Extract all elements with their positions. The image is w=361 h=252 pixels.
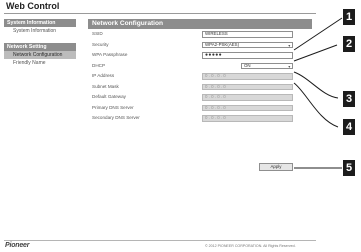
callout-3: 3 (343, 91, 355, 107)
callout-1: 1 (343, 9, 355, 25)
leader-line-3 (293, 71, 339, 99)
leader-line-1 (293, 17, 343, 51)
callout-leader-lines (293, 17, 343, 169)
callout-2: 2 (343, 36, 355, 52)
leader-line-2 (293, 44, 338, 62)
callout-4: 4 (343, 119, 355, 135)
callout-5: 5 (343, 160, 355, 176)
leader-line-4 (293, 82, 339, 128)
web-control-page: Web Control System Information System In… (0, 0, 361, 252)
